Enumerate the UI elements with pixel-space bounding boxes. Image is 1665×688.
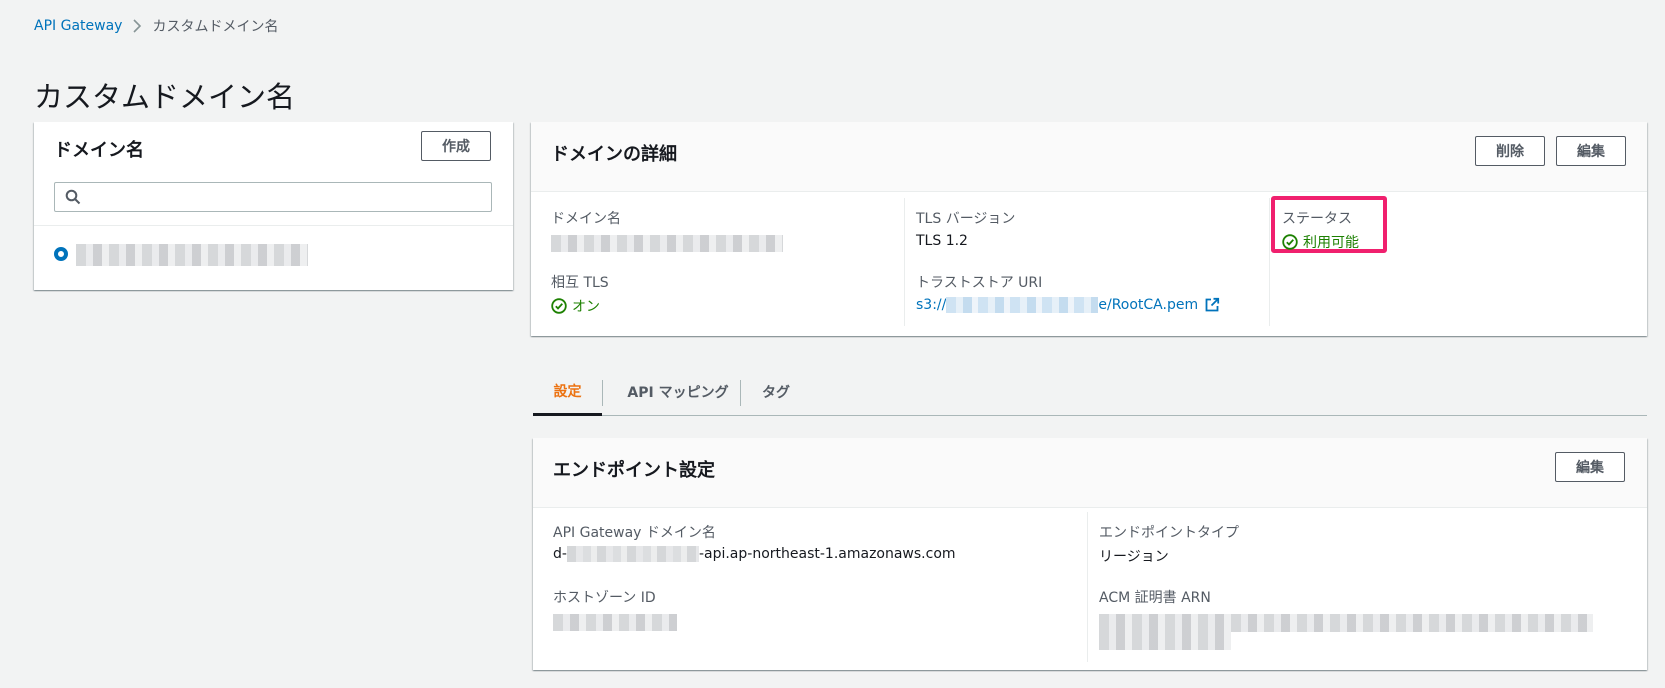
external-link-icon [1205, 297, 1220, 312]
status-indicator: 利用可能 [1282, 232, 1359, 252]
redacted-bucket-name [946, 297, 1099, 313]
tls-version-value: TLS 1.2 [916, 233, 968, 249]
page-title: カスタムドメイン名 [34, 80, 296, 114]
search-icon [65, 189, 81, 205]
hosted-zone-label: ホストゾーン ID [553, 590, 656, 606]
column-divider [1269, 198, 1270, 326]
redacted-domain-name[interactable] [76, 244, 308, 266]
redacted-domain-id [566, 546, 699, 562]
breadcrumb-current: カスタムドメイン名 [152, 19, 279, 35]
truststore-uri-suffix[interactable]: e/RootCA.pem [1098, 297, 1198, 313]
domain-details-title: ドメインの詳細 [551, 144, 677, 165]
apigw-domain-label: API Gateway ドメイン名 [553, 525, 716, 541]
chevron-right-icon [133, 19, 142, 33]
search-input[interactable] [54, 182, 492, 212]
create-button[interactable]: 作成 [421, 131, 491, 161]
acm-arn-label: ACM 証明書 ARN [1099, 590, 1211, 606]
domain-list-title: ドメイン名 [54, 140, 144, 161]
domain-details-panel: ドメインの詳細 削除 編集 ドメイン名 相互 TLS オン TLS バージョン … [531, 122, 1647, 336]
column-divider [1087, 512, 1088, 662]
status-label: ステータス [1282, 211, 1352, 227]
redacted-hosted-zone-id [553, 614, 677, 631]
endpoint-settings-title: エンドポイント設定 [553, 460, 715, 481]
mutual-tls-status: オン [551, 296, 600, 316]
mutual-tls-value: オン [572, 299, 600, 315]
delete-button[interactable]: 削除 [1475, 136, 1545, 166]
endpoint-type-label: エンドポイントタイプ [1099, 525, 1239, 541]
truststore-uri-prefix[interactable]: s3:// [916, 297, 946, 313]
apigw-domain-suffix: -api.ap-northeast-1.amazonaws.com [698, 546, 956, 562]
truststore-uri-label: トラストストア URI [916, 275, 1043, 291]
check-circle-icon [1282, 234, 1298, 250]
tab-tags[interactable]: タグ [741, 368, 811, 416]
tab-api-mappings[interactable]: API マッピング [603, 368, 753, 416]
domain-list-panel: ドメイン名 作成 [34, 122, 513, 290]
breadcrumb-link-api-gateway[interactable]: API Gateway [34, 18, 122, 34]
domain-name-label: ドメイン名 [551, 211, 621, 227]
list-divider [34, 225, 513, 226]
apigw-domain-prefix: d- [553, 546, 567, 562]
redacted-acm-arn-line1 [1099, 614, 1593, 632]
status-value: 利用可能 [1303, 235, 1359, 251]
truststore-uri-link[interactable]: s3:// e/RootCA.pem [916, 297, 1220, 313]
tab-bar: 設定 API マッピング タグ [533, 368, 1647, 416]
column-divider [904, 198, 905, 326]
redacted-acm-arn-line2 [1099, 632, 1231, 650]
breadcrumb: API Gateway カスタムドメイン名 [34, 16, 278, 36]
endpoint-settings-panel: エンドポイント設定 編集 API Gateway ドメイン名 d- -api.a… [533, 438, 1647, 670]
edit-button[interactable]: 編集 [1556, 136, 1626, 166]
tab-settings[interactable]: 設定 [533, 368, 602, 416]
tls-version-label: TLS バージョン [916, 211, 1016, 227]
apigw-domain-value: d- -api.ap-northeast-1.amazonaws.com [553, 546, 956, 562]
domain-radio-selected[interactable] [54, 247, 68, 261]
endpoint-edit-button[interactable]: 編集 [1555, 452, 1625, 482]
redacted-domain-name-value [551, 235, 783, 252]
mutual-tls-label: 相互 TLS [551, 275, 609, 291]
check-circle-icon [551, 298, 567, 314]
endpoint-type-value: リージョン [1099, 549, 1169, 565]
